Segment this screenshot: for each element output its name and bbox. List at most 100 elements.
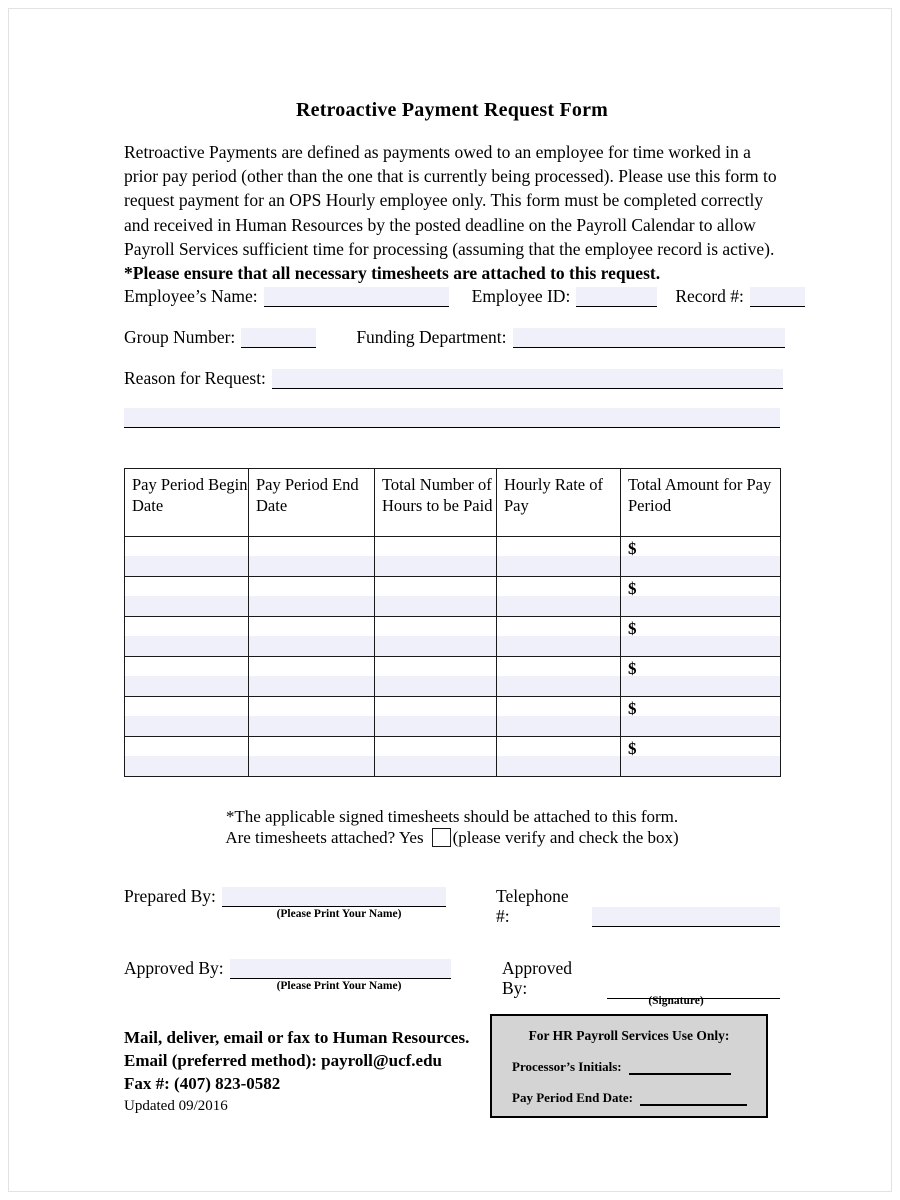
prepared-by-caption: (Please Print Your Name) (276, 908, 402, 920)
approved-by-print-label: Approved By: (124, 958, 224, 978)
field-row-reason-line2 (124, 408, 780, 428)
prepared-by-block: Prepared By: (Please Print Your Name) (124, 886, 454, 920)
cell-total-amount[interactable]: $ (620, 656, 781, 697)
form-page: Retroactive Payment Request Form Retroac… (0, 0, 900, 1200)
table-row: $ (124, 616, 781, 657)
funding-department-label: Funding Department: (356, 327, 507, 347)
employee-name-label: Employee’s Name: (124, 286, 258, 306)
cell-end-date[interactable] (248, 736, 375, 777)
cell-input-fill (497, 596, 620, 616)
hr-processor-initials-label: Processor’s Initials: (512, 1059, 622, 1074)
footer-line-fax: Fax #: (407) 823-0582 (124, 1074, 281, 1093)
footer-contact-block: Mail, deliver, email or fax to Human Res… (124, 1026, 469, 1116)
cell-input-fill (125, 636, 248, 656)
reason-input[interactable] (271, 369, 783, 389)
cell-input-fill (125, 716, 248, 736)
cell-end-date[interactable] (248, 616, 375, 657)
cell-total-amount[interactable]: $ (620, 536, 781, 577)
telephone-label: Telephone #: (496, 886, 569, 926)
cell-input-fill (497, 676, 620, 696)
cell-end-date[interactable] (248, 536, 375, 577)
cell-total-amount[interactable]: $ (620, 736, 781, 777)
group-number-input[interactable] (241, 328, 317, 348)
cell-total-hours[interactable] (374, 656, 497, 697)
reason-label: Reason for Request: (124, 368, 266, 388)
cell-begin-date[interactable] (124, 576, 249, 617)
cell-hourly-rate[interactable] (496, 656, 621, 697)
cell-begin-date[interactable] (124, 616, 249, 657)
footer-updated-date: Updated 09/2016 (124, 1098, 228, 1114)
table-row: $ (124, 696, 781, 737)
footer-line-mail: Mail, deliver, email or fax to Human Res… (124, 1028, 470, 1047)
column-header-end-date: Pay Period End Date (248, 468, 375, 537)
cell-input-fill (375, 556, 496, 576)
cell-input-fill (249, 556, 374, 576)
employee-id-input[interactable] (576, 287, 658, 307)
employee-id-label: Employee ID: (471, 286, 571, 306)
cell-end-date[interactable] (248, 576, 375, 617)
cell-hourly-rate[interactable] (496, 696, 621, 737)
cell-hourly-rate[interactable] (496, 616, 621, 657)
cell-begin-date[interactable] (124, 656, 249, 697)
hr-box-title: For HR Payroll Services Use Only: (528, 1028, 730, 1043)
cell-input-fill (497, 716, 620, 736)
funding-department-input[interactable] (512, 328, 785, 348)
cell-input-fill (497, 556, 620, 576)
cell-total-hours[interactable] (374, 576, 497, 617)
cell-hourly-rate[interactable] (496, 576, 621, 617)
cell-input-fill (621, 756, 780, 776)
cell-input-fill (497, 636, 620, 656)
timesheet-note: *The applicable signed timesheets should… (124, 806, 780, 848)
cell-input-fill (375, 676, 496, 696)
table-body: $ $ $ $ $ $ (124, 536, 781, 777)
telephone-block: Telephone #: (496, 886, 780, 927)
pay-period-table: Pay Period Begin Date Pay Period End Dat… (124, 468, 781, 777)
column-header-hourly-rate: Hourly Rate of Pay (496, 468, 621, 537)
cell-total-amount[interactable]: $ (620, 576, 781, 617)
cell-total-hours[interactable] (374, 736, 497, 777)
hr-processor-initials-input[interactable] (628, 1062, 731, 1075)
cell-total-amount[interactable]: $ (620, 696, 781, 737)
hr-pay-period-end-input[interactable] (639, 1093, 747, 1106)
field-row-employee: Employee’s Name: Employee ID: Record #: (124, 286, 805, 307)
table-header-row: Pay Period Begin Date Pay Period End Dat… (124, 468, 781, 537)
cell-input-fill (125, 556, 248, 576)
telephone-input[interactable] (592, 907, 780, 927)
cell-input-fill (249, 676, 374, 696)
cell-end-date[interactable] (248, 696, 375, 737)
hr-pay-period-end-label: Pay Period End Date: (512, 1090, 633, 1105)
approved-by-signature-block: Approved By: (Signature) (502, 958, 780, 1007)
table-row: $ (124, 736, 781, 777)
currency-symbol: $ (628, 619, 637, 638)
group-number-label: Group Number: (124, 327, 236, 347)
employee-name-input[interactable] (263, 287, 449, 307)
approved-by-print-input[interactable] (229, 959, 451, 979)
cell-total-amount[interactable]: $ (620, 616, 781, 657)
table-row: $ (124, 656, 781, 697)
currency-symbol: $ (628, 699, 637, 718)
cell-begin-date[interactable] (124, 536, 249, 577)
cell-total-hours[interactable] (374, 616, 497, 657)
prepared-by-input[interactable] (221, 887, 446, 907)
reason-input-line2[interactable] (124, 408, 780, 428)
cell-input-fill (249, 716, 374, 736)
cell-hourly-rate[interactable] (496, 536, 621, 577)
cell-begin-date[interactable] (124, 696, 249, 737)
footer-line-email: Email (preferred method): payroll@ucf.ed… (124, 1051, 443, 1070)
intro-paragraph: Retroactive Payments are defined as paym… (124, 140, 782, 285)
cell-total-hours[interactable] (374, 696, 497, 737)
prepared-by-label: Prepared By: (124, 886, 216, 906)
cell-total-hours[interactable] (374, 536, 497, 577)
cell-input-fill (125, 596, 248, 616)
cell-input-fill (125, 756, 248, 776)
cell-begin-date[interactable] (124, 736, 249, 777)
cell-end-date[interactable] (248, 656, 375, 697)
currency-symbol: $ (628, 579, 637, 598)
cell-hourly-rate[interactable] (496, 736, 621, 777)
timesheet-hint-label: (please verify and check the box) (452, 828, 679, 847)
timesheet-attached-checkbox[interactable] (431, 828, 451, 847)
hr-pay-period-end-row: Pay Period End Date: (492, 1090, 766, 1106)
record-number-input[interactable] (749, 287, 805, 307)
column-header-total-amount: Total Amount for Pay Period (620, 468, 781, 537)
cell-input-fill (621, 556, 780, 576)
